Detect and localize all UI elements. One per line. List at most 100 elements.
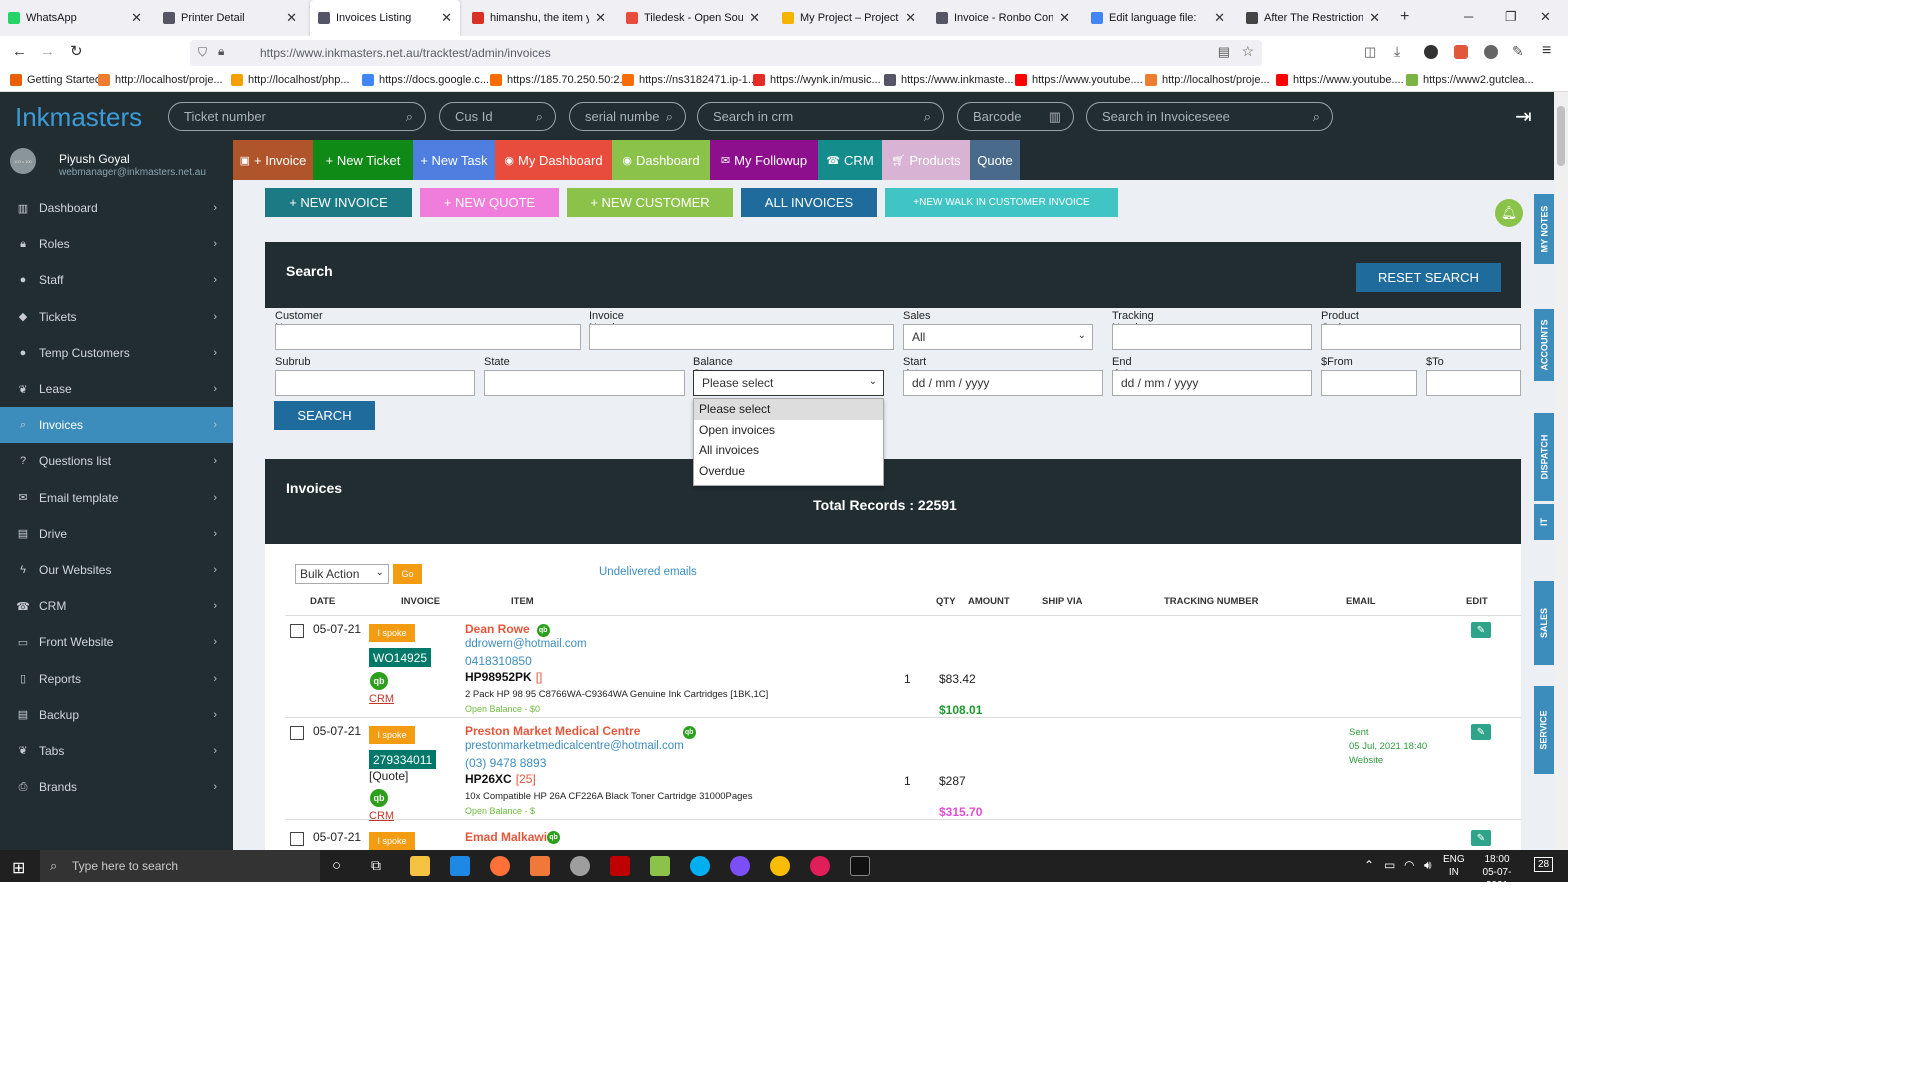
tracking-number-input[interactable] <box>1112 324 1312 350</box>
dropdown-option[interactable]: Please select <box>694 399 883 420</box>
browser-tab[interactable]: After The Restrictions We ✕ <box>1238 0 1388 36</box>
undelivered-emails-link[interactable]: Undelivered emails <box>599 566 697 578</box>
start-date-input[interactable]: dd / mm / yyyy <box>903 370 1103 396</box>
back-icon[interactable]: ← <box>12 43 27 60</box>
customer-email[interactable]: ddrowern@hotmail.com <box>465 638 587 650</box>
bookmark-item[interactable]: https://docs.google.c... <box>362 74 489 86</box>
customer-phone[interactable]: (03) 9478 8893 <box>465 756 546 770</box>
sidebar-item-backup[interactable]: ▤ Backup › <box>0 697 233 733</box>
row-checkbox[interactable] <box>290 624 304 638</box>
edit-button[interactable]: ✎ <box>1471 724 1491 740</box>
row-checkbox[interactable] <box>290 832 304 846</box>
side-tab-dispatch[interactable]: DISPATCH <box>1534 413 1554 501</box>
sidebar-item-our-websites[interactable]: ϟ Our Websites › <box>0 552 233 588</box>
url-bar[interactable]: ⛉ 🔒︎ https://www.inkmasters.net.au/track… <box>190 40 1262 66</box>
new-tab-icon[interactable]: + <box>1400 8 1409 26</box>
task-view-icon[interactable]: ⧉ <box>371 857 381 874</box>
bookmark-item[interactable]: https://185.70.250.50:2... <box>490 74 629 86</box>
from-amount-input[interactable] <box>1321 370 1417 396</box>
customer-name[interactable]: Preston Market Medical Centre <box>465 724 640 738</box>
minimize-icon[interactable]: ─ <box>1464 9 1473 24</box>
volume-icon[interactable]: 🔊︎ <box>1424 858 1432 873</box>
search-icon[interactable]: ⌕ <box>1313 109 1320 125</box>
action-button-0[interactable]: + NEW INVOICE <box>265 188 412 217</box>
browser-tab[interactable]: WhatsApp ✕ <box>0 0 150 36</box>
customer-email[interactable]: prestonmarketmedicalcentre@hotmail.com <box>465 740 684 752</box>
sidebar-item-questions-list[interactable]: ? Questions list › <box>0 443 233 479</box>
action-button-1[interactable]: + NEW QUOTE <box>420 188 559 217</box>
action-button-2[interactable]: + NEW CUSTOMER <box>567 188 733 217</box>
bookmark-item[interactable]: https://www.youtube.... <box>1276 74 1404 86</box>
cortana-icon[interactable]: ○ <box>332 857 341 874</box>
browser-tab[interactable]: Edit language file: ✕ <box>1083 0 1233 36</box>
bulk-action-select[interactable]: Bulk Action ⌄ <box>295 564 389 584</box>
search-icon[interactable]: ⌕ <box>666 109 673 125</box>
side-tab-my-notes[interactable]: MY NOTES <box>1534 194 1554 264</box>
top-menu-invoice[interactable]: ▣ + Invoice <box>233 140 313 180</box>
language-indicator[interactable]: ENG IN <box>1443 853 1465 879</box>
top-menu-products[interactable]: 🛒︎ Products <box>882 140 970 180</box>
bookmark-item[interactable]: http://localhost/proje... <box>98 74 223 86</box>
close-icon[interactable]: ✕ <box>441 10 452 26</box>
firefox-icon[interactable] <box>490 856 510 876</box>
reset-search-button[interactable]: RESET SEARCH <box>1356 263 1501 292</box>
row-checkbox[interactable] <box>290 726 304 740</box>
scrollbar-thumb[interactable] <box>1557 106 1565 166</box>
crm-link[interactable]: CRM <box>369 693 394 705</box>
bookmark-item[interactable]: http://localhost/proje... <box>1145 74 1270 86</box>
action-button-3[interactable]: ALL INVOICES <box>741 188 877 217</box>
eyedropper-icon[interactable]: ✎ <box>1512 43 1524 60</box>
sidebar-item-reports[interactable]: ▯ Reports › <box>0 660 233 696</box>
slack-icon[interactable] <box>810 856 830 876</box>
pocket-icon[interactable]: ◫ <box>1364 44 1376 60</box>
side-tab-it[interactable]: IT <box>1534 504 1554 540</box>
dropdown-option[interactable]: Overdue <box>694 461 883 482</box>
top-menu-quote[interactable]: Quote <box>970 140 1020 180</box>
profile-icon[interactable] <box>1424 45 1438 59</box>
quickbooks-icon[interactable]: qb <box>536 624 550 637</box>
wifi-icon[interactable]: ◠ <box>1404 858 1414 872</box>
sidebar-item-dashboard[interactable]: ▥ Dashboard › <box>0 190 233 226</box>
customer-name-input[interactable] <box>275 324 581 350</box>
maximize-icon[interactable]: ❐ <box>1505 9 1517 25</box>
bookmark-item[interactable]: https://www2.gutclea... <box>1406 74 1534 86</box>
close-icon[interactable]: ✕ <box>131 10 142 26</box>
invoice-number-input[interactable] <box>589 324 894 350</box>
sidebar-item-front-website[interactable]: ▭ Front Website › <box>0 624 233 660</box>
crm-search[interactable]: Search in crm ⌕ <box>697 102 944 131</box>
bookmark-item[interactable]: https://www.inkmaste... <box>884 74 1013 86</box>
top-menu-mydashboard[interactable]: ◉ My Dashboard <box>495 140 612 180</box>
reload-icon[interactable]: ↻ <box>70 42 83 60</box>
chevron-up-icon[interactable]: ⌃ <box>1364 858 1374 872</box>
sidebar-item-invoices[interactable]: ⌕ Invoices › <box>0 407 233 444</box>
skype-icon[interactable] <box>690 856 710 876</box>
action-button-4[interactable]: +NEW WALK IN CUSTOMER INVOICE <box>885 188 1118 217</box>
search-icon[interactable]: ⌕ <box>924 109 931 125</box>
top-menu-dashboard[interactable]: ◉ Dashboard <box>612 140 710 180</box>
close-icon[interactable]: ✕ <box>1059 10 1070 26</box>
sidebar-item-brands[interactable]: ⎙ Brands › <box>0 769 233 805</box>
bookmark-item[interactable]: https://www.youtube.... <box>1015 74 1143 86</box>
clock[interactable]: 18:00 05-07-2021 <box>1474 853 1520 892</box>
to-amount-input[interactable] <box>1426 370 1521 396</box>
notepad-icon[interactable] <box>650 856 670 876</box>
browser-tab[interactable]: Printer Detail ✕ <box>155 0 305 36</box>
side-tab-accounts[interactable]: ACCOUNTS <box>1534 309 1554 381</box>
messenger-icon[interactable] <box>730 856 750 876</box>
spoke-badge[interactable]: I spoke <box>369 624 415 642</box>
browser-tab[interactable]: Tiledesk - Open Source L ✕ <box>618 0 768 36</box>
invoice-number[interactable]: 279334011 <box>369 750 437 769</box>
battery-icon[interactable]: ▭ <box>1384 858 1395 872</box>
close-icon[interactable]: ✕ <box>595 10 606 26</box>
side-tab-service[interactable]: SERVICE <box>1534 686 1554 774</box>
customer-name[interactable]: Dean Rowe <box>465 622 530 636</box>
bookmark-item[interactable]: Getting Started <box>10 74 101 86</box>
browser-tab[interactable]: Invoices Listing ✕ <box>310 0 460 36</box>
taskbar-search[interactable]: ⌕ Type here to search <box>40 850 320 882</box>
menu-icon[interactable]: ≡ <box>1542 42 1551 60</box>
go-button[interactable]: Go <box>393 564 422 584</box>
top-menu-myfollowup[interactable]: ✉ My Followup <box>710 140 818 180</box>
customer-phone[interactable]: 0418310850 <box>465 654 532 668</box>
top-menu-newticket[interactable]: + New Ticket <box>313 140 413 180</box>
sidebar-item-temp-customers[interactable]: ● Temp Customers › <box>0 335 233 371</box>
